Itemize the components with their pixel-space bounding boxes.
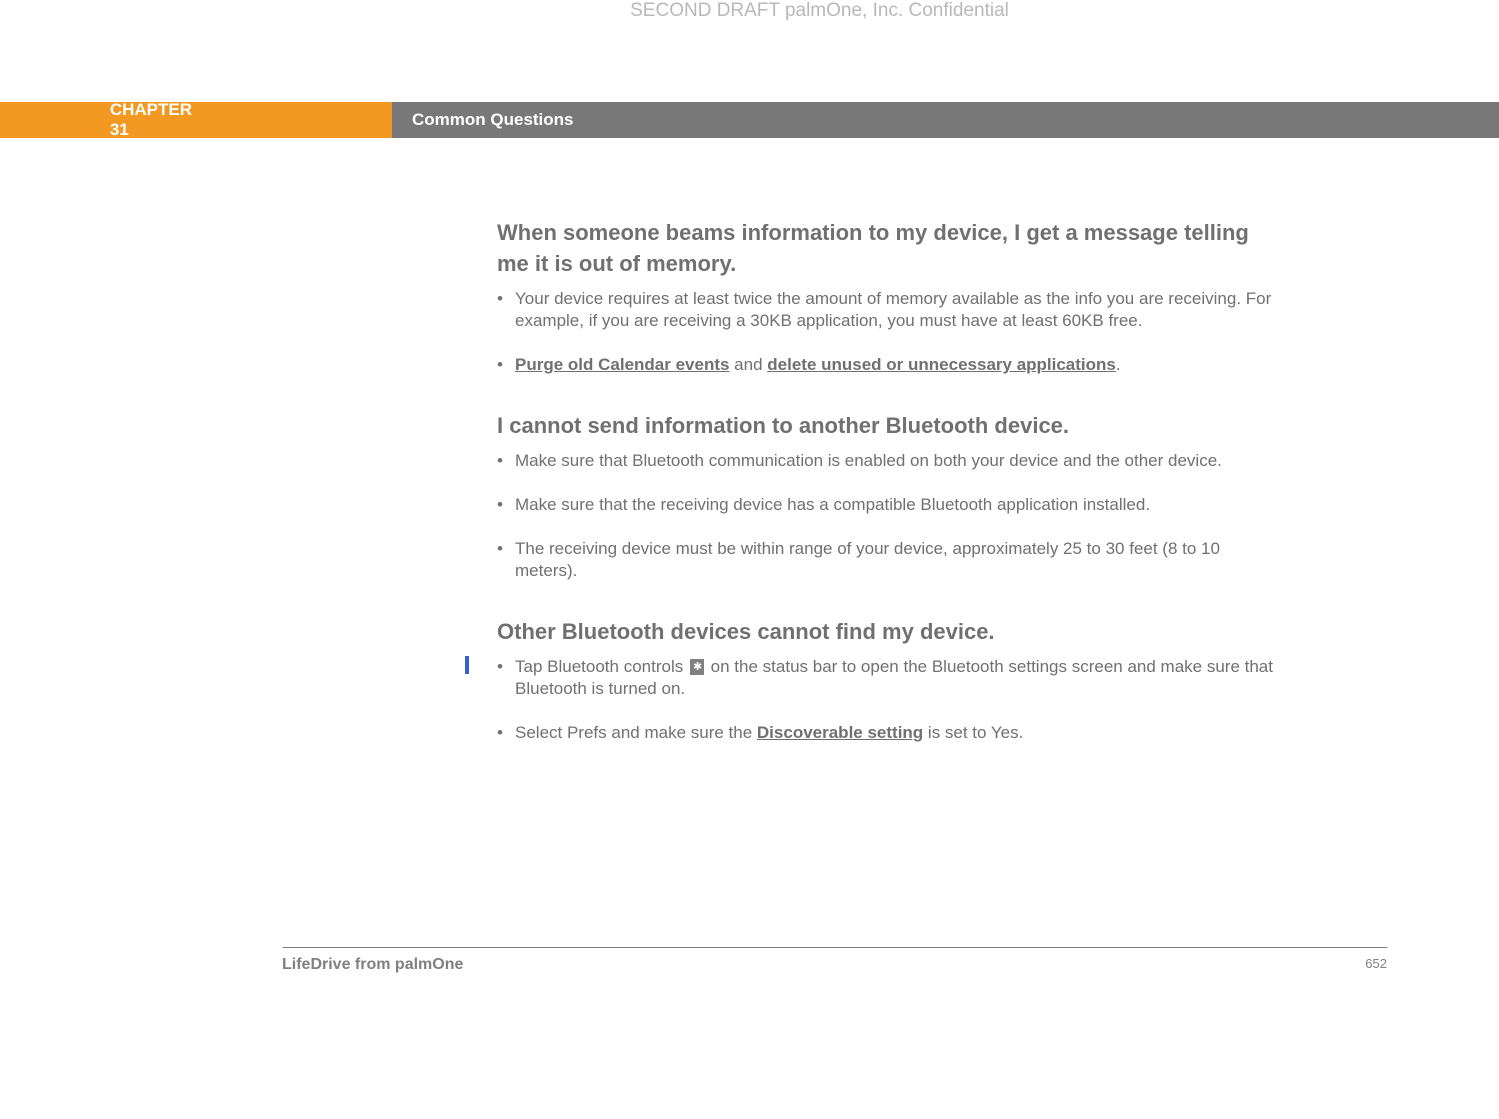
header-bar: CHAPTER 31 Common Questions <box>112 102 1387 138</box>
text-pre: Select Prefs and make sure the <box>515 723 757 742</box>
bullet-item: • Make sure that the receiving device ha… <box>497 494 1277 516</box>
bullet-dot: • <box>497 288 515 332</box>
bullet-dot: • <box>497 538 515 582</box>
bullet-dot: • <box>497 354 515 376</box>
main-content: When someone beams information to my dev… <box>497 218 1277 744</box>
bullet-item: • Your device requires at least twice th… <box>497 288 1277 332</box>
chapter-label: CHAPTER 31 <box>0 102 392 138</box>
heading-cannot-send-bluetooth: I cannot send information to another Blu… <box>497 411 1277 442</box>
page-footer: LifeDrive from palmOne 652 <box>112 947 1387 974</box>
footer-divider <box>282 947 1387 948</box>
bullet-dot: • <box>497 494 515 516</box>
bullet-text: Make sure that the receiving device has … <box>515 494 1277 516</box>
watermark-text: SECOND DRAFT palmOne, Inc. Confidential <box>252 0 1387 22</box>
bluetooth-icon <box>690 659 704 675</box>
bullet-dot: • <box>497 450 515 472</box>
bullet-text: Select Prefs and make sure the Discovera… <box>515 722 1277 744</box>
link-delete-apps[interactable]: delete unused or unnecessary application… <box>767 355 1116 374</box>
bullet-item: • Make sure that Bluetooth communication… <box>497 450 1277 472</box>
text-pre: Tap Bluetooth controls <box>515 657 688 676</box>
bullet-text: Tap Bluetooth controls on the status bar… <box>515 656 1277 700</box>
bullet-item: • Purge old Calendar events and delete u… <box>497 354 1277 376</box>
bullet-text: Your device requires at least twice the … <box>515 288 1277 332</box>
footer-product-name: LifeDrive from palmOne <box>282 956 463 974</box>
link-purge-calendar[interactable]: Purge old Calendar events <box>515 355 729 374</box>
change-bar-icon <box>465 656 469 674</box>
bullet-text: Purge old Calendar events and delete unu… <box>515 354 1277 376</box>
heading-beam-memory: When someone beams information to my dev… <box>497 218 1277 280</box>
bullet-text: Make sure that Bluetooth communication i… <box>515 450 1277 472</box>
footer-page-number: 652 <box>1365 956 1387 974</box>
bullet-dot: • <box>497 722 515 744</box>
text-period: . <box>1116 355 1121 374</box>
text-and: and <box>729 355 767 374</box>
bullet-item: • Select Prefs and make sure the Discove… <box>497 722 1277 744</box>
bullet-dot: • <box>497 656 515 700</box>
bullet-item: • The receiving device must be within ra… <box>497 538 1277 582</box>
bullet-text: The receiving device must be within rang… <box>515 538 1277 582</box>
bullet-item: • Tap Bluetooth controls on the status b… <box>497 656 1277 700</box>
heading-cannot-find-device: Other Bluetooth devices cannot find my d… <box>497 617 1277 648</box>
link-discoverable-setting[interactable]: Discoverable setting <box>757 723 923 742</box>
section-title: Common Questions <box>392 102 1499 138</box>
text-post: is set to Yes. <box>923 723 1023 742</box>
